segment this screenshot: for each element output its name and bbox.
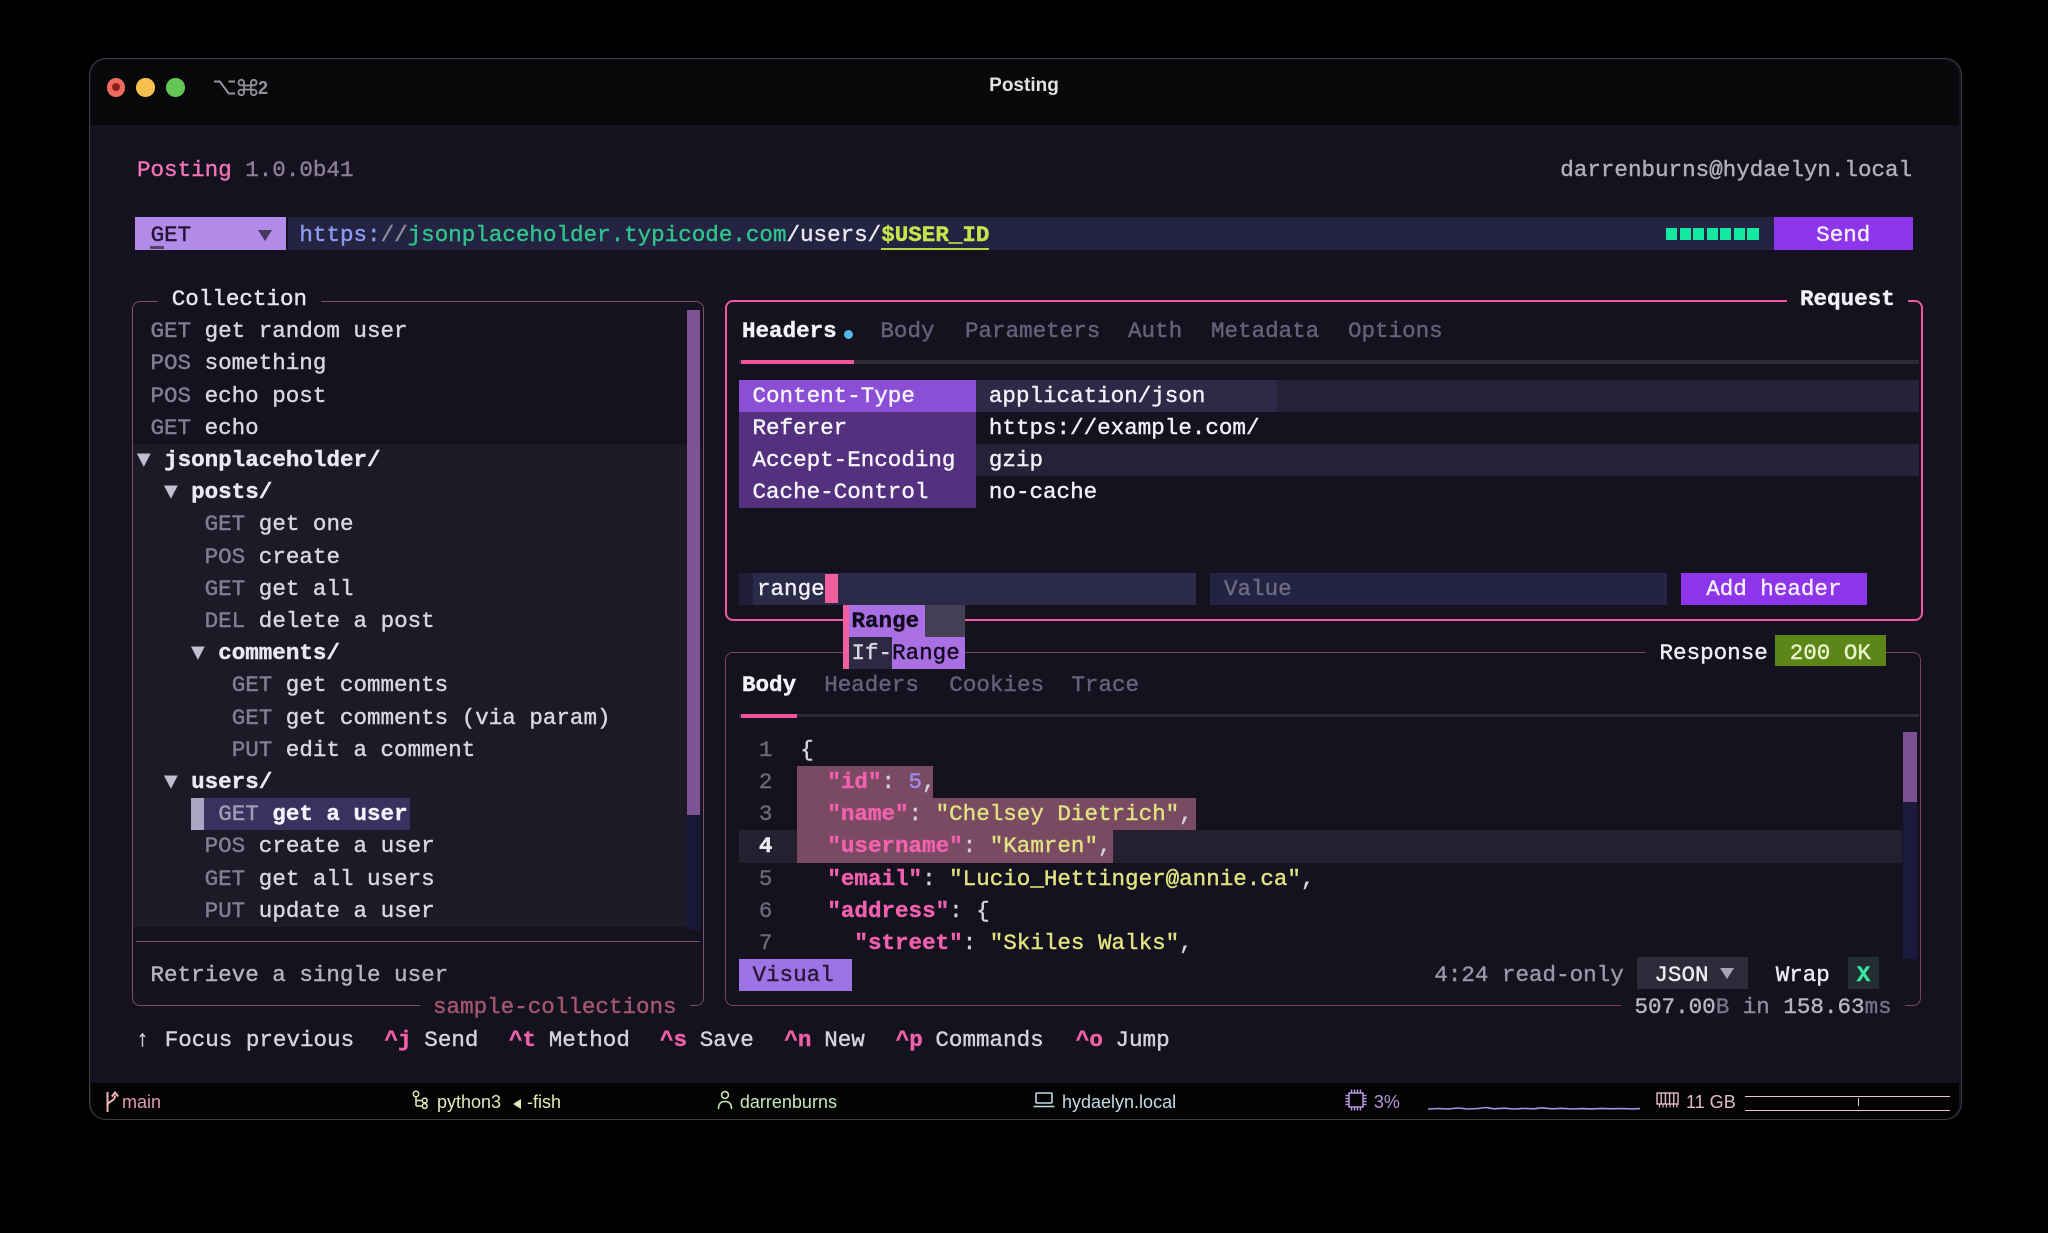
svg-text:2: 2 <box>258 78 268 98</box>
